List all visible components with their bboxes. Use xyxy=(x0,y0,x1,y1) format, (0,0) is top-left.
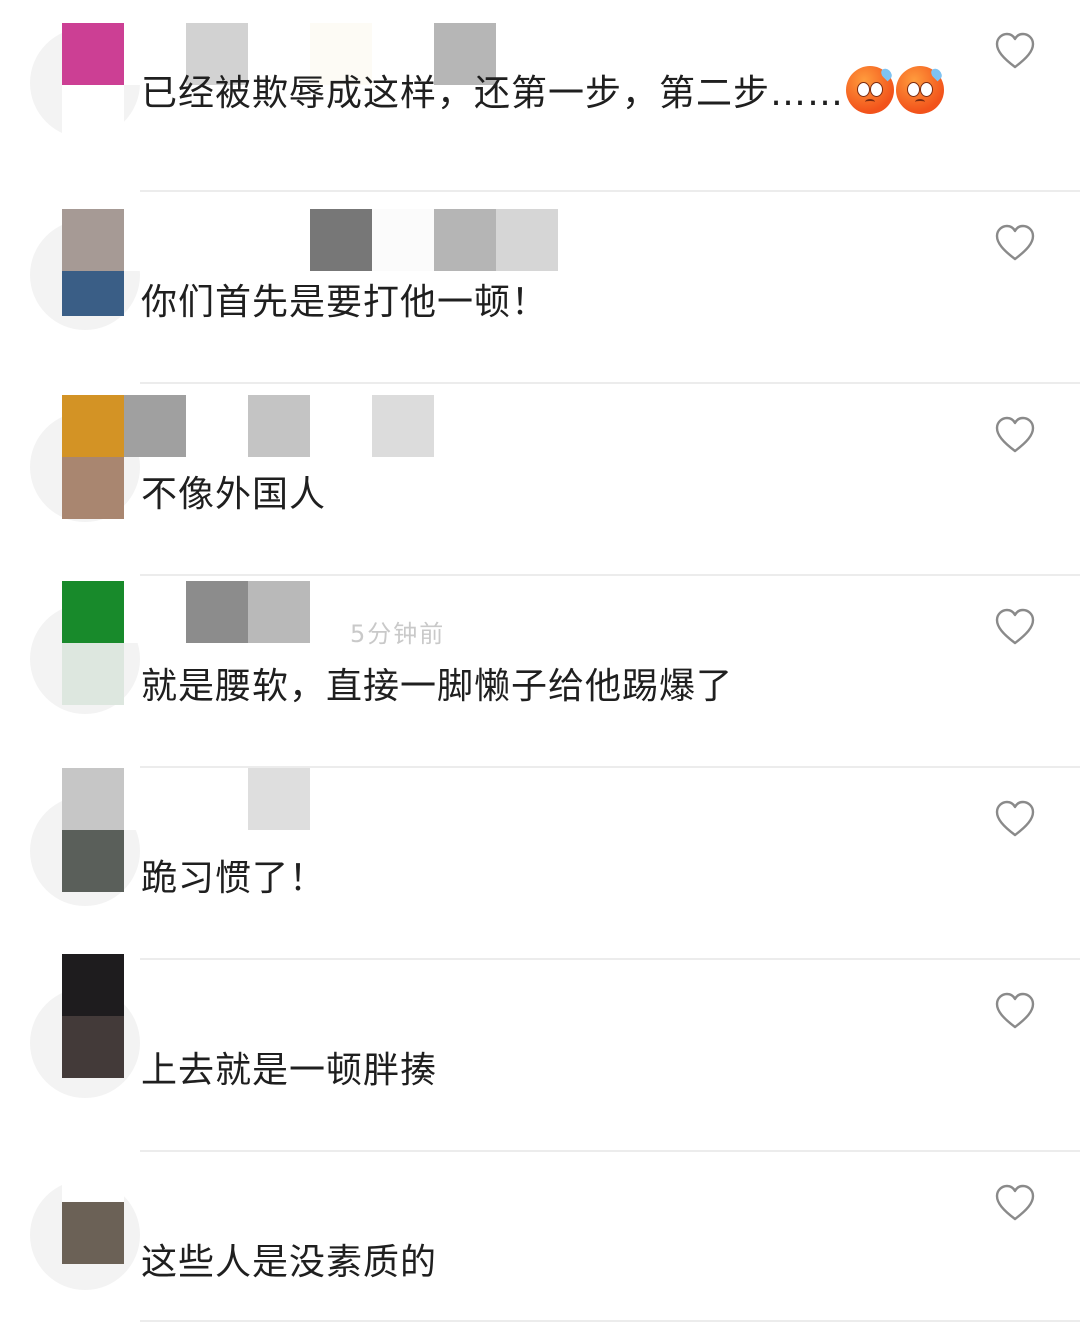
avatar-pixel xyxy=(62,830,124,892)
avatar-pixel xyxy=(62,1202,124,1264)
avatar-pixel xyxy=(62,768,124,830)
comment-list: 已经被欺辱成这样，还第一步，第二步…… 你们首先是要打他一顿！ 不像外国人 5分… xyxy=(0,0,1080,1326)
avatar-pixel xyxy=(62,581,124,643)
username-mosaic-block xyxy=(310,209,372,271)
username-mosaic-block xyxy=(372,209,434,271)
username-mosaic-block xyxy=(248,209,310,271)
avatar[interactable] xyxy=(62,768,124,892)
avatar[interactable] xyxy=(62,209,124,333)
heart-outline-icon xyxy=(995,1184,1035,1221)
avatar[interactable] xyxy=(62,954,124,1078)
avatar-pixel xyxy=(62,954,124,1016)
like-button[interactable] xyxy=(995,416,1035,454)
username-blurred[interactable] xyxy=(124,1175,644,1237)
username-blurred[interactable] xyxy=(124,768,644,830)
username-mosaic-block xyxy=(434,209,496,271)
username-blurred[interactable] xyxy=(124,395,644,457)
comment-text: 已经被欺辱成这样，还第一步，第二步…… xyxy=(141,66,945,119)
heart-outline-icon xyxy=(995,224,1035,261)
avatar[interactable] xyxy=(62,1140,124,1264)
heart-outline-icon xyxy=(995,32,1035,69)
comment-text: 上去就是一顿胖揍 xyxy=(141,1046,437,1096)
cold-sweat-face-emoji-icon xyxy=(896,66,945,114)
username-mosaic-block xyxy=(124,768,186,830)
avatar-pixel xyxy=(62,85,124,147)
comment-item: 你们首先是要打他一顿！ xyxy=(0,192,1080,384)
comment-text: 不像外国人 xyxy=(141,470,326,520)
username-mosaic-block xyxy=(186,581,248,643)
like-button[interactable] xyxy=(995,992,1035,1030)
comment-text-body: 跪习惯了！ xyxy=(141,858,327,899)
username-mosaic-block xyxy=(124,581,186,643)
avatar[interactable] xyxy=(62,23,124,147)
username-blurred[interactable] xyxy=(124,209,644,271)
avatar-pixel xyxy=(62,271,124,316)
heart-outline-icon xyxy=(995,992,1035,1029)
avatar-pixel xyxy=(62,1016,124,1078)
avatar-pixel xyxy=(62,23,124,85)
avatar-pixel xyxy=(62,457,124,519)
username-mosaic-block xyxy=(186,768,248,830)
avatar-pixel xyxy=(62,395,124,457)
comment-text-body: 你们首先是要打他一顿！ xyxy=(141,282,549,323)
avatar-pixel xyxy=(62,643,124,705)
username-blurred[interactable] xyxy=(124,983,644,1045)
avatar-pixel xyxy=(62,209,124,271)
like-button[interactable] xyxy=(995,32,1035,70)
heart-outline-icon xyxy=(995,800,1035,837)
username-mosaic-block xyxy=(248,581,310,643)
cold-sweat-face-emoji-icon xyxy=(846,66,895,114)
like-button[interactable] xyxy=(995,1184,1035,1222)
comment-item: 上去就是一顿胖揍 xyxy=(0,954,1080,1152)
heart-outline-icon xyxy=(995,416,1035,453)
comment-item: 5分钟前 就是腰软，直接一脚懒子给他踢爆了 xyxy=(0,576,1080,768)
comment-text: 就是腰软，直接一脚懒子给他踢爆了 xyxy=(141,662,733,712)
comment-text: 这些人是没素质的 xyxy=(141,1238,437,1288)
heart-outline-icon xyxy=(995,608,1035,645)
comment-text-body: 就是腰软，直接一脚懒子给他踢爆了 xyxy=(141,666,734,707)
avatar[interactable] xyxy=(62,395,124,519)
comment-text-body: 不像外国人 xyxy=(141,474,327,515)
username-mosaic-block xyxy=(248,395,310,457)
comment-item: 跪习惯了！ xyxy=(0,768,1080,960)
username-mosaic-block xyxy=(248,768,310,830)
username-mosaic-block xyxy=(310,395,372,457)
username-mosaic-block xyxy=(124,209,186,271)
username-mosaic-block xyxy=(372,395,434,457)
avatar-pixel xyxy=(62,1140,124,1202)
comment-text-body: 这些人是没素质的 xyxy=(141,1242,438,1283)
username-mosaic-block xyxy=(186,209,248,271)
avatar[interactable] xyxy=(62,581,124,705)
comment-item: 这些人是没素质的 xyxy=(0,1140,1080,1326)
comment-text: 跪习惯了！ xyxy=(141,854,326,904)
comment-item: 已经被欺辱成这样，还第一步，第二步…… xyxy=(0,0,1080,192)
comment-meta: 5分钟前 xyxy=(350,620,446,648)
like-button[interactable] xyxy=(995,800,1035,838)
like-button[interactable] xyxy=(995,224,1035,262)
comment-item: 不像外国人 xyxy=(0,384,1080,576)
username-mosaic-block xyxy=(124,395,186,457)
username-mosaic-block xyxy=(186,395,248,457)
username-mosaic-block xyxy=(496,209,558,271)
divider xyxy=(140,1320,1080,1322)
comment-text-body: 上去就是一顿胖揍 xyxy=(141,1050,438,1091)
comment-text: 你们首先是要打他一顿！ xyxy=(141,278,548,328)
comment-text-body: 已经被欺辱成这样，还第一步，第二步…… xyxy=(141,73,845,114)
like-button[interactable] xyxy=(995,608,1035,646)
